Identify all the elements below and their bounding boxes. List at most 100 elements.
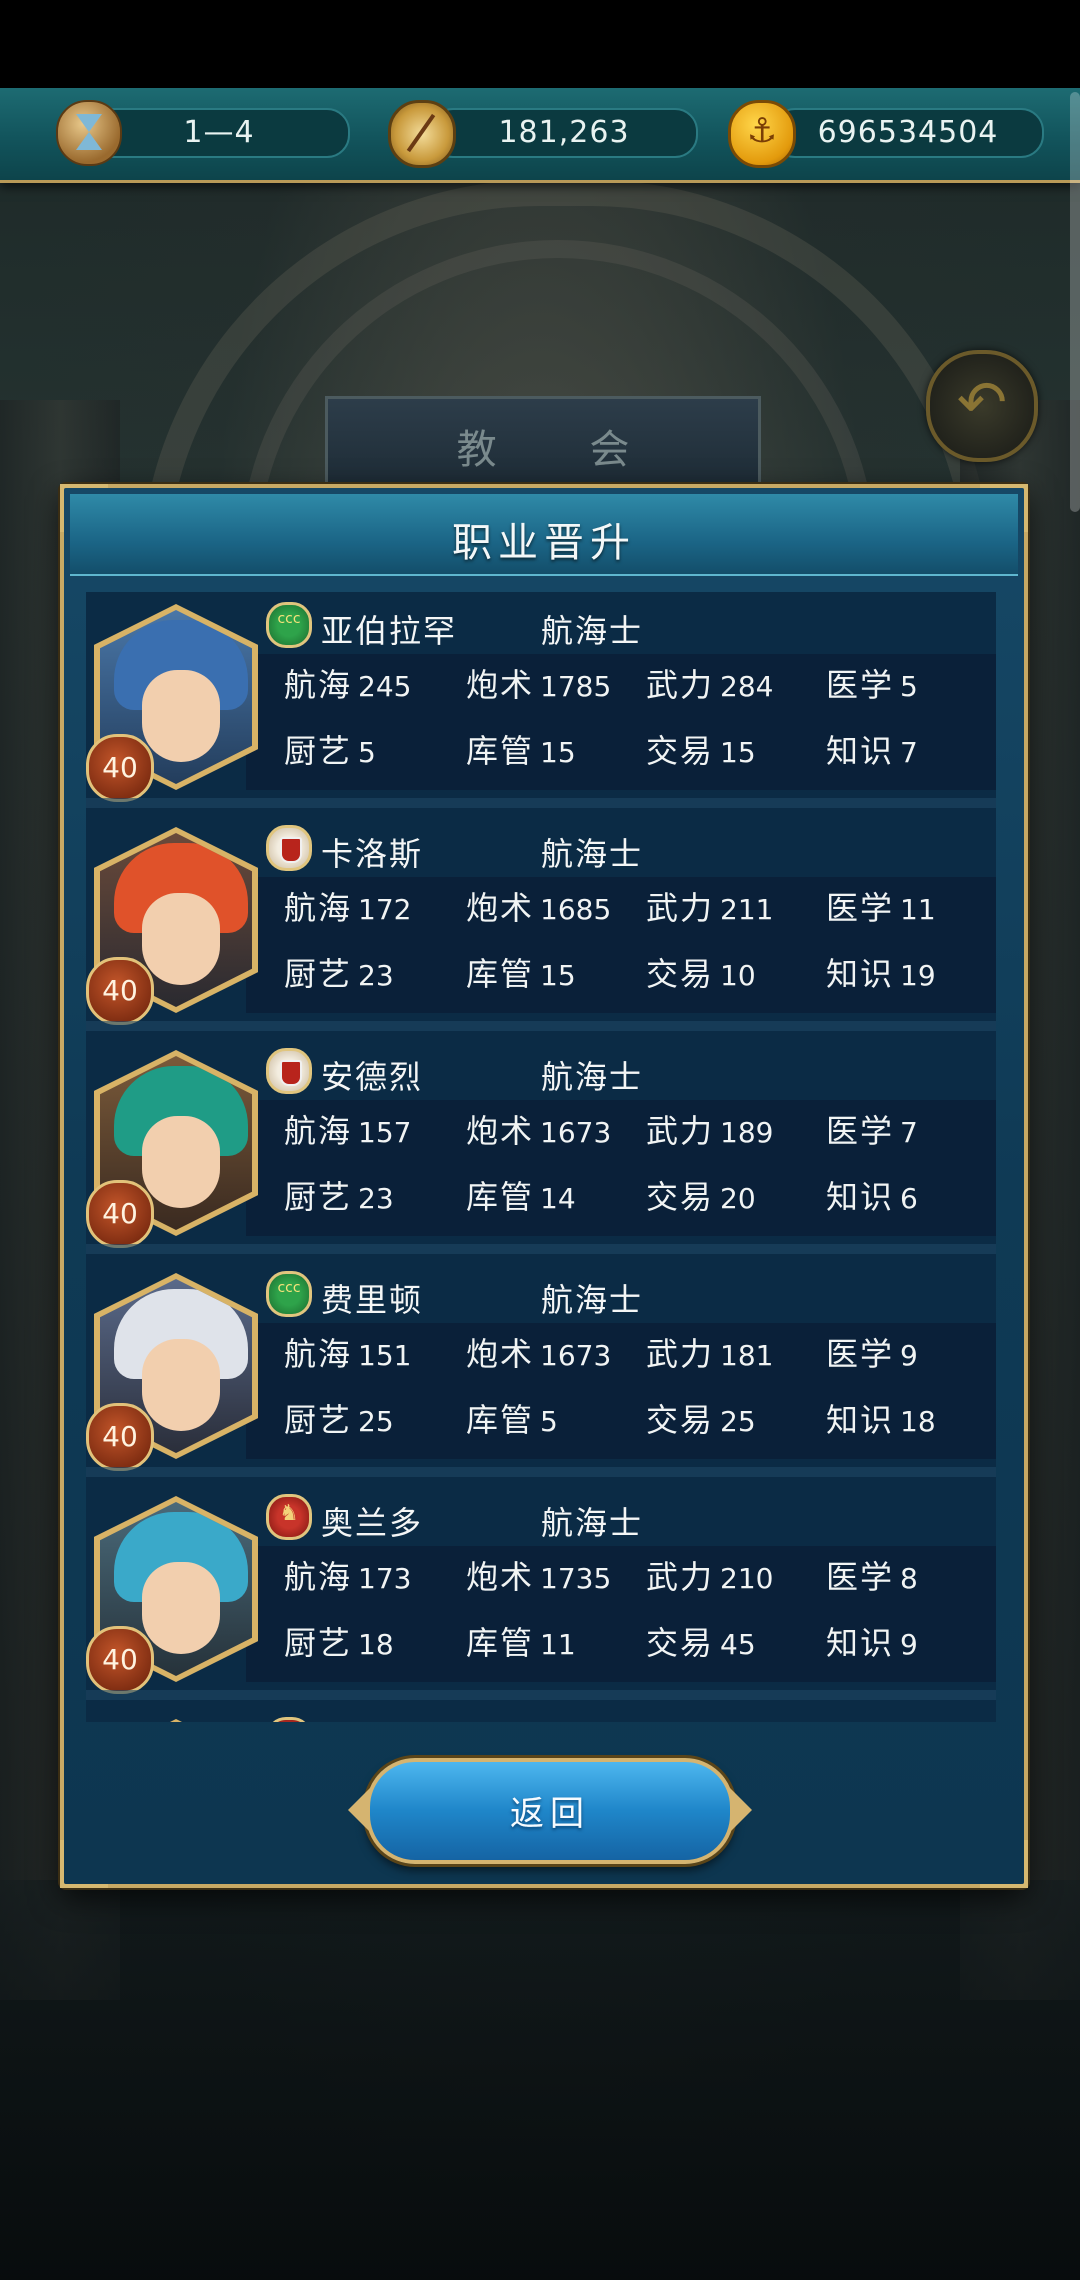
stat-trade: 交易 15 [646,732,756,770]
stat-gunnery: 炮术 1673 [466,1112,612,1150]
stat-cooking: 厨艺 25 [284,1401,394,1439]
stat-gunnery: 炮术 1735 [466,1558,612,1596]
sailor-job: 航海士 [541,835,644,873]
compass-icon [388,100,456,168]
sailor-name: 费里顿 [321,1281,424,1319]
return-button[interactable]: 返回 [348,1758,752,1864]
portrait-face [142,1562,220,1654]
stat-trade: 交易 45 [646,1624,756,1662]
sailor-row[interactable]: 40 卡洛斯 航海士 航海 172 炮术 1685 武力 211 医学 11 厨艺 23 … [86,815,996,1031]
resource-bar: 1—4 181,263 696534504 [0,88,1080,183]
stat-medicine: 医学 9 [826,1335,918,1373]
row-separator [86,798,996,808]
level-badge: 40 [86,1403,154,1471]
gold-value: 696534504 [817,115,999,150]
sailor-job: 航海士 [541,612,644,650]
stat-navigation: 航海 151 [284,1335,412,1373]
stat-storage: 库管 11 [466,1624,576,1662]
panel-corner-ornament [980,1840,1028,1888]
stat-navigation: 航海 157 [284,1112,412,1150]
sailor-name: 安德烈 [321,1058,424,1096]
portrait-face [142,1339,220,1431]
sailor-name: 亚伯拉罕 [321,612,458,650]
row-separator [86,1467,996,1477]
stat-navigation: 航海 172 [284,889,412,927]
stat-storage: 库管 15 [466,732,576,770]
back-arrow-button[interactable]: ↶ [926,350,1038,462]
row-separator [86,1244,996,1254]
sailor-name: 卡洛斯 [321,835,424,873]
sailor-job: 航海士 [541,1281,644,1319]
portugal-flag-icon [266,1048,312,1094]
stat-gunnery: 炮术 1685 [466,889,612,927]
level-badge: 40 [86,734,154,802]
stat-cooking: 厨艺 23 [284,955,394,993]
stat-force: 武力 189 [646,1112,774,1150]
panel-corner-ornament [60,1840,108,1888]
church-banner: 教 会 [325,396,761,498]
stat-cooking: 厨艺 18 [284,1624,394,1662]
stat-gunnery: 炮术 1785 [466,666,612,704]
anchor-coin-icon [728,100,796,168]
stat-knowledge: 知识 19 [826,955,936,993]
stat-gunnery: 炮术 1673 [466,1335,612,1373]
stat-trade: 交易 25 [646,1401,756,1439]
stat-medicine: 医学 11 [826,889,936,927]
sailor-row[interactable]: 40 安德烈 航海士 航海 157 炮术 1673 武力 189 医学 7 厨艺 23 库… [86,1038,996,1254]
stat-knowledge: 知识 6 [826,1178,918,1216]
time-value: 1—4 [183,115,255,150]
back-arrow-icon: ↶ [956,368,1008,438]
panel-title-bar: 职业晋升 [70,494,1018,576]
level-badge: 40 [86,1626,154,1694]
portrait-face [142,670,220,762]
green-flag-icon [266,602,312,648]
compass-value: 181,263 [498,115,630,150]
sailor-job: 航海士 [541,1058,644,1096]
stat-medicine: 医学 7 [826,1112,918,1150]
sailor-row-partial[interactable] [86,1707,996,1722]
green-flag-icon [266,1271,312,1317]
portrait-face [142,893,220,985]
stat-knowledge: 知识 18 [826,1401,936,1439]
stat-knowledge: 知识 7 [826,732,918,770]
promotion-panel: 职业晋升 40 亚伯拉罕 航海士 航海245 炮术1785 武力284 医学5 … [60,484,1028,1888]
sailor-name: 奥兰多 [321,1504,424,1542]
hourglass-icon [56,100,122,166]
time-resource: 1—4 [88,108,350,158]
stat-navigation: 航海 245 [284,666,412,704]
sailor-row[interactable]: 40 奥兰多 航海士 航海173 炮术1735 武力210 医学8 厨艺18 库… [86,1484,996,1700]
return-button-label: 返回 [510,1794,590,1834]
stat-trade: 交易 20 [646,1178,756,1216]
sailor-row[interactable]: 40 费里顿 航海士 航海151 炮术1673 武力181 医学9 厨艺25 库… [86,1261,996,1477]
button-wing-ornament [730,1788,752,1832]
stat-medicine: 医学 5 [826,666,918,704]
panel-title: 职业晋升 [452,520,636,566]
church-banner-label: 教 会 [456,427,670,473]
red-flag-icon [266,1717,312,1722]
stat-storage: 库管 15 [466,955,576,993]
row-separator [86,1021,996,1031]
portrait-face [142,1116,220,1208]
stat-storage: 库管 5 [466,1401,558,1439]
stat-cooking: 厨艺 5 [284,732,376,770]
row-separator [86,1690,996,1700]
stat-navigation: 航海 173 [284,1558,412,1596]
sailor-portrait [94,1719,258,1722]
stat-force: 武力 210 [646,1558,774,1596]
stat-force: 武力 211 [646,889,774,927]
sailor-job: 航海士 [541,1504,644,1542]
button-wing-ornament [348,1788,370,1832]
stat-cooking: 厨艺 23 [284,1178,394,1216]
level-badge: 40 [86,957,154,1025]
sailor-list[interactable]: 40 亚伯拉罕 航海士 航海245 炮术1785 武力284 医学5 厨艺5 库… [86,592,996,1722]
stat-force: 武力 284 [646,666,774,704]
portugal-flag-icon [266,825,312,871]
stat-force: 武力 181 [646,1335,774,1373]
compass-resource: 181,263 [430,108,698,158]
status-bar [0,0,1080,88]
church-floor [0,1880,1080,2280]
side-scrollbar[interactable] [1070,92,1080,512]
stat-knowledge: 知识 9 [826,1624,918,1662]
sailor-row[interactable]: 40 亚伯拉罕 航海士 航海245 炮术1785 武力284 医学5 厨艺5 库… [86,592,996,808]
level-badge: 40 [86,1180,154,1248]
